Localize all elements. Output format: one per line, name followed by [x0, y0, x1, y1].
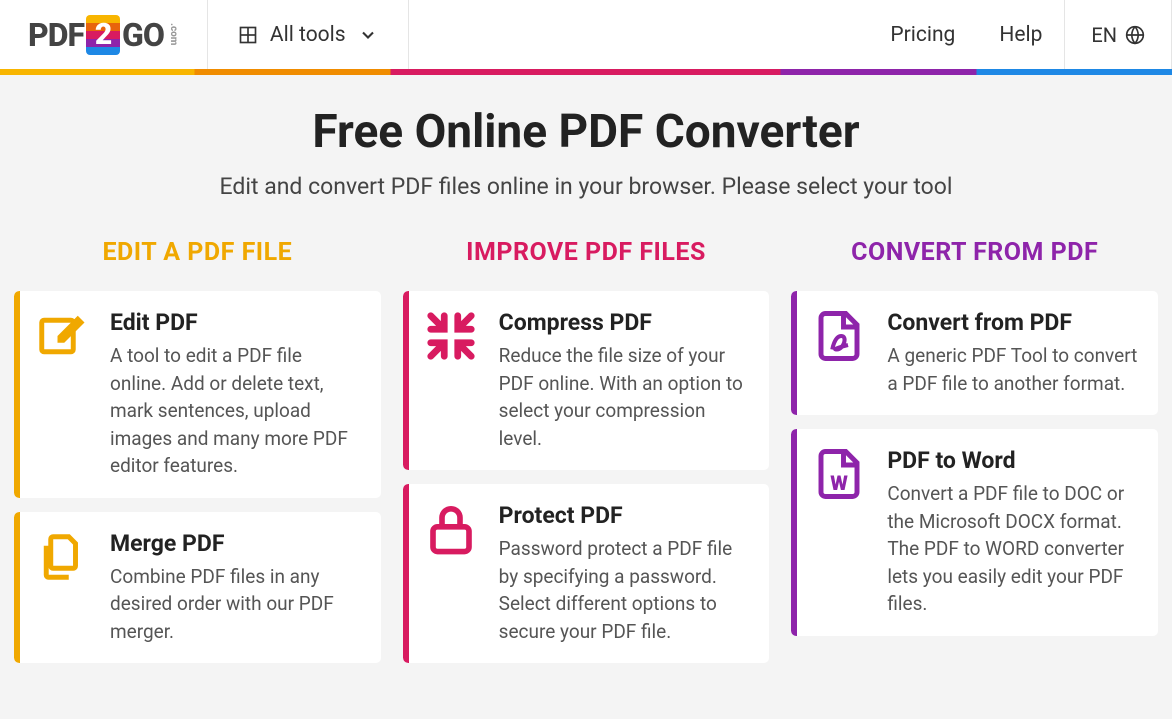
- pricing-link[interactable]: Pricing: [868, 0, 977, 69]
- card-title: PDF to Word: [887, 447, 1140, 474]
- all-tools-label: All tools: [270, 23, 346, 47]
- all-tools-dropdown[interactable]: All tools: [208, 0, 408, 69]
- globe-icon: [1125, 25, 1145, 45]
- card-compress-pdf[interactable]: Compress PDF Reduce the file size of you…: [403, 291, 770, 470]
- compress-icon: [421, 309, 481, 369]
- card-desc: Password protect a PDF file by specifyin…: [499, 535, 752, 645]
- page-title: Free Online PDF Converter: [20, 105, 1152, 159]
- column-title-edit: EDIT A PDF FILE: [14, 238, 381, 267]
- card-title: Protect PDF: [499, 502, 752, 529]
- logo-two-box: 2: [86, 15, 120, 55]
- edit-icon: [32, 309, 92, 369]
- pdf-icon: [809, 309, 869, 369]
- hero: Free Online PDF Converter Edit and conve…: [0, 75, 1172, 220]
- logo[interactable]: PDF 2 GO .com: [0, 0, 207, 69]
- card-edit-pdf[interactable]: Edit PDF A tool to edit a PDF file onlin…: [14, 291, 381, 498]
- merge-icon: [32, 530, 92, 590]
- word-icon: W: [809, 447, 869, 507]
- card-pdf-to-word[interactable]: W PDF to Word Convert a PDF file to DOC …: [791, 429, 1158, 636]
- logo-text-go: GO: [122, 16, 164, 54]
- column-convert: CONVERT FROM PDF Convert from PDF A gene…: [791, 238, 1158, 663]
- column-improve: IMPROVE PDF FILES Compress PDF Reduce th…: [403, 238, 770, 663]
- svg-text:W: W: [831, 471, 849, 495]
- card-desc: Reduce the file size of your PDF online.…: [499, 342, 752, 452]
- tool-columns: EDIT A PDF FILE Edit PDF A tool to edit …: [0, 220, 1172, 683]
- help-link[interactable]: Help: [977, 0, 1064, 69]
- card-title: Convert from PDF: [887, 309, 1140, 336]
- logo-text-com: .com: [168, 23, 179, 45]
- lock-icon: [421, 502, 481, 562]
- column-title-convert: CONVERT FROM PDF: [791, 238, 1158, 267]
- card-protect-pdf[interactable]: Protect PDF Password protect a PDF file …: [403, 484, 770, 663]
- card-title: Compress PDF: [499, 309, 752, 336]
- column-edit: EDIT A PDF FILE Edit PDF A tool to edit …: [14, 238, 381, 663]
- chevron-down-icon: [358, 25, 378, 45]
- column-title-improve: IMPROVE PDF FILES: [403, 238, 770, 267]
- language-label: EN: [1091, 23, 1117, 47]
- card-title: Edit PDF: [110, 309, 363, 336]
- card-desc: A generic PDF Tool to convert a PDF file…: [887, 342, 1140, 397]
- logo-text-pdf: PDF: [28, 16, 84, 54]
- card-title: Merge PDF: [110, 530, 363, 557]
- card-desc: Convert a PDF file to DOC or the Microso…: [887, 480, 1140, 618]
- card-desc: Combine PDF files in any desired order w…: [110, 563, 363, 646]
- card-merge-pdf[interactable]: Merge PDF Combine PDF files in any desir…: [14, 512, 381, 664]
- header: PDF 2 GO .com All tools Pricing Help EN: [0, 0, 1172, 69]
- card-desc: A tool to edit a PDF file online. Add or…: [110, 342, 363, 480]
- grid-icon: [238, 25, 258, 45]
- divider: [408, 0, 409, 69]
- card-convert-from-pdf[interactable]: Convert from PDF A generic PDF Tool to c…: [791, 291, 1158, 415]
- language-selector[interactable]: EN: [1064, 0, 1172, 69]
- page-subtitle: Edit and convert PDF files online in you…: [20, 173, 1152, 200]
